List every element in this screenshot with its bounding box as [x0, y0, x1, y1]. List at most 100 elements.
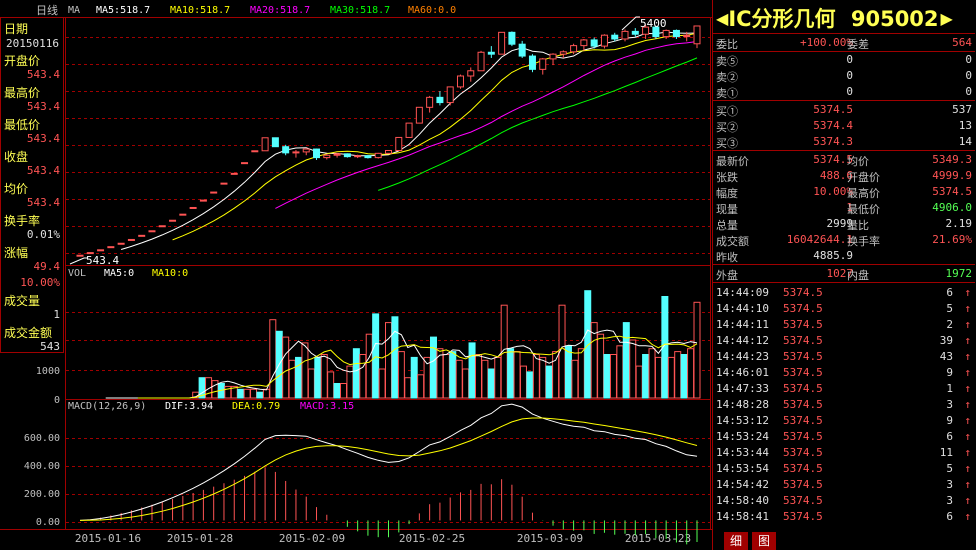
- tick-direction-icon: ↑: [964, 382, 971, 395]
- tick-volume: 6: [946, 510, 953, 523]
- volume-bar: [494, 356, 502, 399]
- ma10-label: MA10:518.7: [170, 5, 230, 16]
- tick-price: 5374.5: [783, 446, 823, 459]
- candle-body: [426, 96, 434, 108]
- tab-detail[interactable]: 细: [724, 532, 748, 550]
- tick-price: 5374.5: [783, 302, 823, 315]
- volume-bar: [429, 336, 437, 399]
- tick-direction-icon: ↑: [964, 478, 971, 491]
- weicha-label: 委差: [847, 38, 869, 51]
- tick-price: 5374.5: [783, 398, 823, 411]
- tick-volume: 6: [946, 286, 953, 299]
- buy-level-label: 买②: [716, 121, 738, 134]
- buy-level-price: 5374.3: [813, 135, 853, 148]
- tick-direction-icon: ↑: [964, 510, 971, 523]
- tick-direction-icon: ↑: [964, 366, 971, 379]
- volume-bar: [609, 354, 617, 399]
- volume-bar: [314, 356, 322, 399]
- volume-bar: [372, 313, 380, 399]
- volume-bar: [385, 322, 392, 399]
- close-value: 543.4: [26, 164, 60, 177]
- volume-bar: [693, 301, 701, 399]
- volume-bar: [577, 348, 585, 399]
- tick-price: 5374.5: [783, 334, 823, 347]
- tick-row: 14:53:54 5374.5 5 ↑: [713, 461, 975, 477]
- candle-body: [158, 225, 166, 228]
- stat-value: 21.69%: [932, 233, 972, 246]
- tick-volume: 11: [939, 446, 953, 459]
- tick-direction-icon: ↑: [964, 302, 971, 315]
- turnover-value: 0.01%: [26, 228, 60, 241]
- volume-bar: [474, 354, 482, 399]
- candle-body: [590, 39, 598, 47]
- sell-level-label: 卖⑤: [716, 55, 738, 68]
- sell-level-row: 卖② 0 0: [713, 68, 975, 84]
- ma30-line: [378, 57, 698, 191]
- volume-bar: [597, 333, 605, 399]
- tick-row: 14:53:24 5374.5 6 ↑: [713, 429, 975, 445]
- volume-bar: [564, 345, 572, 399]
- tab-chart[interactable]: 图: [752, 532, 776, 550]
- tick-volume: 5: [946, 302, 953, 315]
- high-value: 543.4: [26, 100, 60, 113]
- prev-arrow-icon[interactable]: ◀: [716, 9, 728, 28]
- tick-direction-icon: ↑: [964, 494, 971, 507]
- sell-level-volume: 0: [965, 85, 972, 98]
- volume-bar: [404, 377, 412, 399]
- volume-bar: [642, 354, 650, 399]
- candle-body: [271, 137, 279, 148]
- buy-level-row: 买① 5374.5 537: [713, 102, 975, 118]
- prev-close-row: 昨收 4885.9: [713, 248, 975, 264]
- change-label: 涨幅: [4, 246, 29, 260]
- tick-row: 14:53:44 5374.5 11 ↑: [713, 445, 975, 461]
- tick-volume: 2: [946, 318, 953, 331]
- candle-body: [611, 34, 619, 40]
- buy-level-volume: 537: [952, 103, 972, 116]
- candle-body: [313, 148, 321, 159]
- tick-row: 14:47:33 5374.5 1 ↑: [713, 381, 975, 397]
- buy-level-volume: 13: [958, 119, 972, 132]
- volume-bar: [269, 319, 277, 399]
- volume-bar: [539, 356, 547, 399]
- high-annotation: 5400: [640, 17, 667, 30]
- candle-body: [549, 53, 557, 60]
- sell-level-row: 卖① 0 0: [713, 84, 975, 100]
- candle-body: [631, 30, 639, 35]
- tick-time: 14:44:11: [716, 318, 769, 331]
- avg-label: 均价: [4, 182, 29, 196]
- buy-level-price: 5374.5: [813, 103, 853, 116]
- candle-body: [518, 43, 526, 57]
- volume-bar: [674, 351, 682, 399]
- volume-bar: [301, 342, 309, 399]
- tick-time: 14:53:12: [716, 414, 769, 427]
- volume-bar: [365, 333, 373, 399]
- tick-volume: 1: [946, 382, 953, 395]
- volume-bar: [417, 374, 425, 399]
- tick-price: 5374.5: [783, 478, 823, 491]
- stat-label: 换手率: [847, 235, 880, 248]
- volume-bar: [333, 383, 341, 399]
- candle-body: [241, 162, 249, 165]
- candle-body: [364, 155, 372, 159]
- volume-value: 1: [53, 308, 60, 321]
- low-label: 最低价: [4, 118, 41, 132]
- volume-bar: [481, 359, 489, 399]
- prev-close-label: 昨收: [716, 251, 738, 264]
- volume-bar: [571, 359, 579, 399]
- candle-body: [138, 234, 146, 237]
- tick-time: 14:44:09: [716, 286, 769, 299]
- volume-bar: [378, 368, 386, 399]
- x-date-label: 2015-01-28: [167, 532, 233, 545]
- candle-body: [446, 86, 454, 104]
- next-arrow-icon[interactable]: ▶: [941, 9, 953, 28]
- volume-bar: [526, 371, 534, 399]
- chart-canvas[interactable]: 日线 MA MA5:518.7 MA10:518.7 MA20:518.7 MA30:51…: [0, 0, 712, 550]
- candle-body: [220, 182, 228, 185]
- candle-body: [456, 75, 464, 88]
- tick-direction-icon: ↑: [964, 430, 971, 443]
- stat-row: 总量 2999 量比 2.19: [713, 216, 975, 232]
- candle-body: [179, 213, 187, 216]
- tick-volume: 3: [946, 478, 953, 491]
- volume-bar: [320, 354, 328, 399]
- sell-level-volume: 0: [965, 69, 972, 82]
